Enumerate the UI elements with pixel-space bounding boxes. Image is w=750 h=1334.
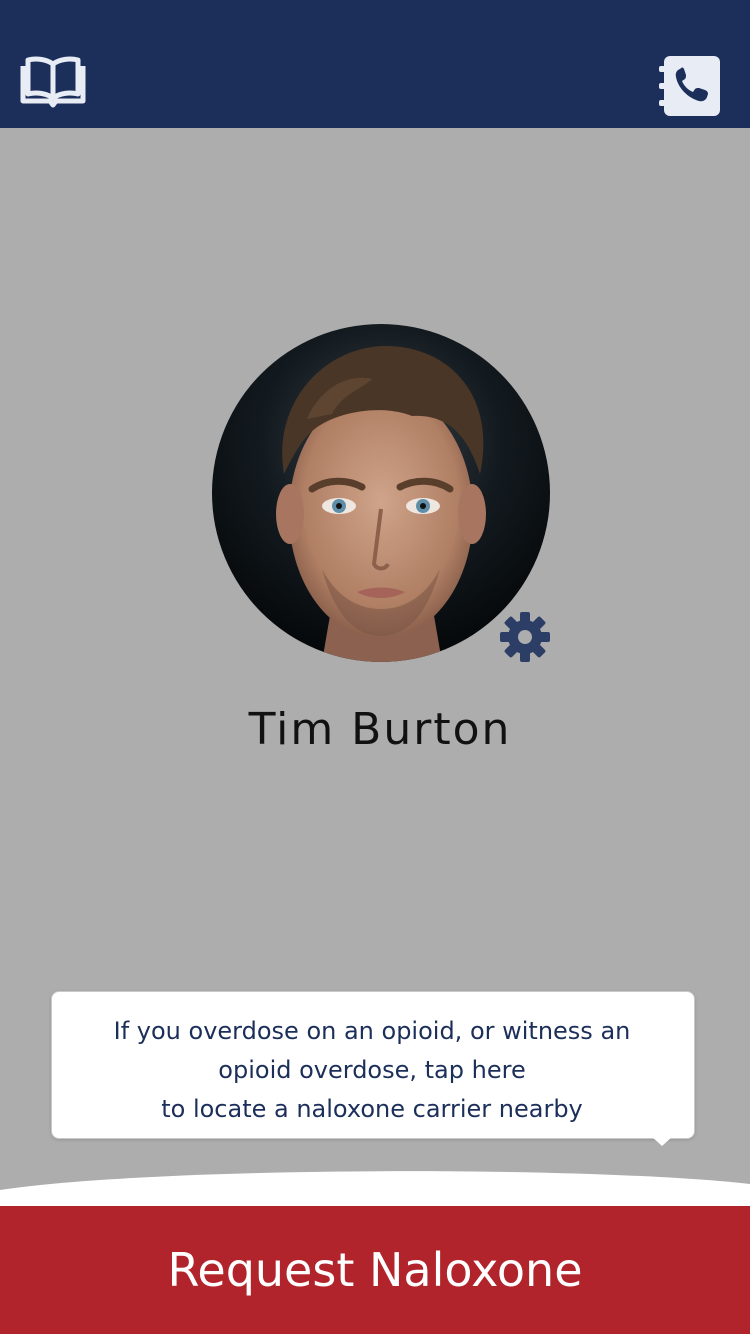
gear-icon[interactable] [498, 610, 552, 664]
top-app-bar [0, 0, 750, 128]
tooltip-line-2: opioid overdose, tap here [218, 1056, 526, 1084]
tooltip-line-3: to locate a naloxone carrier nearby [161, 1095, 583, 1123]
request-naloxone-button[interactable]: Request Naloxone [0, 1206, 750, 1334]
tooltip-pointer [651, 1136, 673, 1146]
bottom-curve [0, 1171, 750, 1208]
user-name: Tim Burton [248, 704, 512, 755]
phone-contacts-icon[interactable] [658, 54, 724, 118]
tooltip-message: If you overdose on an opioid, or witness… [52, 1012, 692, 1129]
naloxone-hint-tooltip[interactable]: If you overdose on an opioid, or witness… [51, 991, 695, 1139]
tooltip-line-1: If you overdose on an opioid, or witness… [113, 1017, 631, 1045]
book-icon[interactable] [20, 54, 86, 110]
